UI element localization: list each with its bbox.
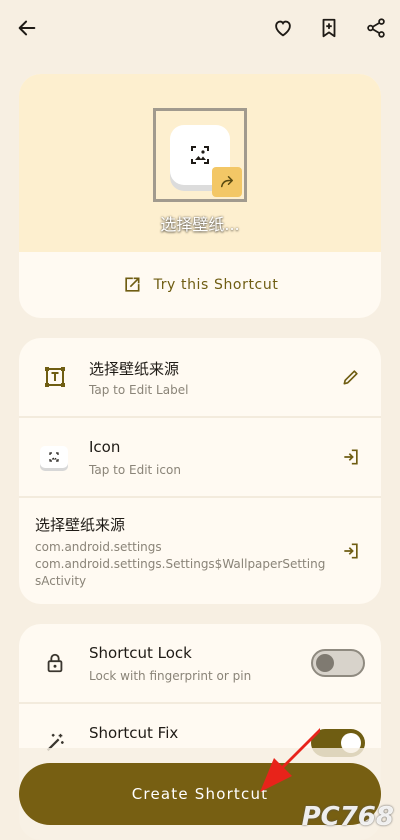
try-shortcut-label: Try this Shortcut: [153, 277, 279, 293]
fix-title: Shortcut Fix: [89, 724, 179, 742]
back-button[interactable]: [9, 10, 45, 46]
arrow-back-icon: [18, 20, 36, 36]
wallpaper-icon: [191, 146, 209, 164]
shortcut-lock-row[interactable]: Shortcut Lock Lock with fingerprint or p…: [19, 624, 381, 702]
activity-class-line2: sActivity: [35, 574, 87, 588]
icon-frame[interactable]: [153, 108, 247, 202]
lock-subtitle: Lock with fingerprint or pin: [89, 669, 252, 683]
shortcut-badge: [212, 167, 242, 197]
heart-icon: [275, 20, 291, 37]
label-row[interactable]: 选择壁纸来源 Tap to Edit Label: [19, 338, 381, 416]
favorite-button[interactable]: [265, 10, 301, 46]
share-icon: [367, 18, 385, 38]
activity-class-line1: com.android.settings.Settings$WallpaperS…: [35, 557, 326, 571]
top-app-bar: [0, 0, 400, 56]
label-title: 选择壁纸来源: [89, 360, 180, 378]
icon-title: Icon: [89, 438, 121, 456]
wallpaper-icon: [49, 452, 59, 462]
try-shortcut-button[interactable]: Try this Shortcut: [19, 252, 381, 318]
shortcut-name-preview: 选择壁纸...: [160, 215, 240, 234]
login-arrow-icon[interactable]: [339, 445, 363, 469]
lock-toggle[interactable]: [311, 649, 365, 677]
forward-arrow-icon: [221, 176, 233, 188]
icon-thumbnail: [40, 443, 68, 471]
text-field-icon: [41, 363, 69, 391]
icon-subtitle: Tap to Edit icon: [89, 463, 181, 477]
watermark-logo: PC768: [301, 802, 394, 832]
shortcut-preview-card: 选择壁纸... Try this Shortcut: [19, 74, 381, 318]
label-subtitle: Tap to Edit Label: [89, 383, 189, 397]
activity-title: 选择壁纸来源: [35, 516, 126, 534]
share-button[interactable]: [358, 10, 394, 46]
lock-title: Shortcut Lock: [89, 644, 192, 662]
annotation-arrow-icon: [260, 728, 320, 792]
bookmark-add-button[interactable]: [311, 10, 347, 46]
lock-icon: [41, 649, 69, 677]
details-card: 选择壁纸来源 Tap to Edit Label Icon Tap to Edi…: [19, 338, 381, 604]
create-shortcut-label: Create Shortcut: [131, 785, 269, 803]
activity-package: com.android.settings: [35, 540, 162, 554]
open-external-icon: [124, 277, 140, 292]
activity-row[interactable]: 选择壁纸来源 com.android.settings com.android.…: [19, 498, 381, 604]
preview-area: 选择壁纸...: [19, 74, 381, 252]
edit-pencil-icon[interactable]: [339, 365, 363, 389]
login-arrow-icon[interactable]: [339, 539, 363, 563]
icon-row[interactable]: Icon Tap to Edit icon: [19, 418, 381, 496]
bookmark-add-icon: [322, 18, 336, 38]
